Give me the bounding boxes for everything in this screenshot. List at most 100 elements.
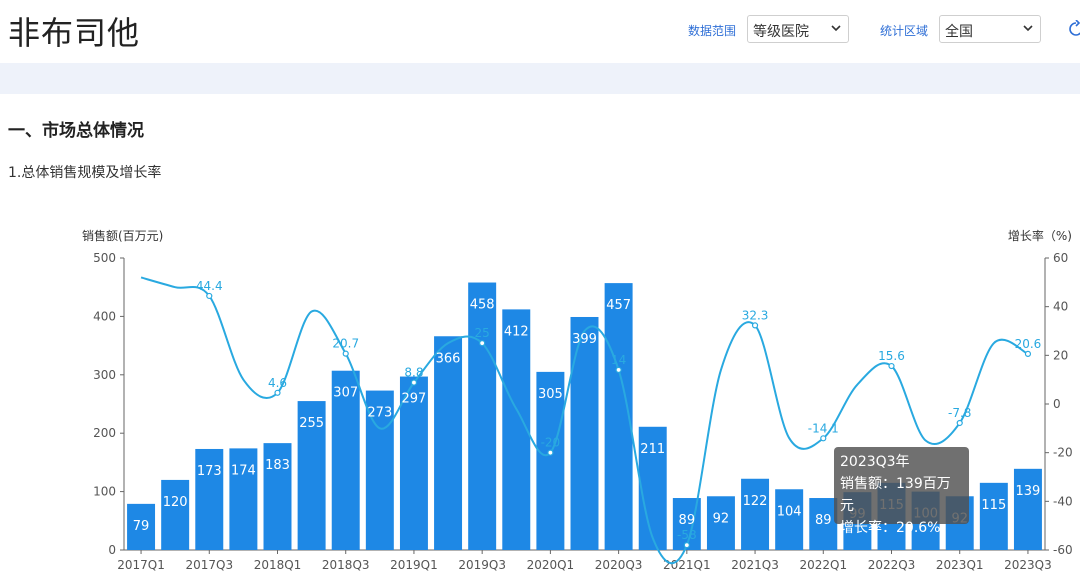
x-tick-label: 2019Q3 (458, 558, 506, 572)
growth-label: 25 (475, 326, 490, 340)
y-tick-label: 100 (93, 485, 116, 499)
data-range-select[interactable]: 等级医院 (747, 15, 849, 43)
bar-value-label: 104 (777, 504, 802, 519)
data-range-value: 等级医院 (753, 24, 809, 40)
x-tick-label: 2022Q1 (799, 558, 847, 572)
growth-label: 44.4 (196, 279, 223, 293)
x-tick-label: 2021Q1 (663, 558, 711, 572)
bar-value-label: 366 (436, 351, 461, 366)
bar-value-label: 120 (163, 495, 188, 510)
bar-value-label: 305 (538, 387, 563, 402)
y2-axis-title: 增长率（%) (1008, 228, 1072, 243)
bar (741, 478, 770, 550)
growth-label: 20.6 (1015, 337, 1042, 351)
chevron-down-icon (1023, 25, 1033, 32)
growth-point (751, 322, 759, 329)
bar-value-label: 79 (133, 519, 150, 534)
growth-label: -14.1 (808, 421, 839, 435)
bar-value-label: 115 (981, 498, 1006, 513)
bar (434, 336, 463, 550)
bar-value-label: 211 (640, 442, 665, 457)
bar-value-label: 399 (572, 332, 597, 347)
growth-label: -58 (677, 528, 697, 542)
growth-point (274, 389, 281, 396)
bar (775, 489, 804, 550)
x-tick-label: 2020Q1 (527, 558, 575, 572)
y-tick-label: 200 (93, 426, 116, 440)
x-tick-label: 2023Q1 (936, 558, 984, 572)
bar (1013, 468, 1042, 550)
growth-point (683, 542, 690, 549)
y2-tick-label: 40 (1053, 300, 1068, 314)
growth-point (410, 379, 418, 386)
bar-value-label: 273 (367, 406, 392, 421)
y-tick-label: 500 (93, 251, 116, 265)
growth-label: 4.6 (268, 376, 287, 390)
y2-tick-label: 0 (1053, 397, 1061, 411)
section-heading: 一、市场总体情况 (8, 121, 144, 141)
growth-point (479, 340, 486, 347)
region-label: 统计区域 (880, 24, 929, 38)
growth-point (820, 435, 827, 442)
chevron-down-icon (831, 25, 841, 32)
bar-value-label: 122 (743, 494, 768, 509)
growth-label: 8.8 (404, 366, 423, 380)
region-select[interactable]: 全国 (939, 15, 1041, 43)
page-title: 非布司他 (8, 14, 141, 52)
bar-value-label: 307 (333, 386, 358, 401)
bar-value-label: 89 (815, 513, 832, 528)
growth-point (615, 366, 622, 374)
bar-value-label: 412 (504, 324, 529, 339)
bar-value-label: 458 (470, 298, 495, 313)
growth-label: 14 (611, 353, 626, 367)
x-tick-label: 2023Q3 (1004, 558, 1052, 572)
growth-point (547, 449, 554, 456)
data-range-label: 数据范围 (688, 24, 737, 38)
y-tick-label: 400 (93, 309, 116, 323)
growth-label: 20.7 (332, 337, 359, 351)
growth-point (888, 362, 895, 370)
bar (161, 479, 190, 550)
refresh-icon[interactable] (1068, 20, 1080, 38)
bar (468, 282, 497, 550)
growth-point (206, 292, 213, 300)
chart-subheading: 1.总体销售规模及增长率 (8, 165, 162, 181)
tooltip-growth: 增长率：20.6% (840, 520, 941, 536)
y2-tick-label: -60 (1053, 543, 1073, 557)
x-tick-label: 2017Q3 (185, 558, 233, 572)
bar-value-label: 92 (713, 511, 730, 526)
bar-value-label: 139 (1016, 484, 1041, 499)
tooltip-sales: 销售额：139百万元 (840, 476, 951, 514)
bar-value-label: 183 (265, 458, 290, 473)
y2-tick-label: -20 (1053, 446, 1073, 460)
x-tick-label: 2022Q3 (868, 558, 916, 572)
growth-label: -7.8 (948, 406, 971, 420)
y2-tick-label: 60 (1053, 251, 1068, 265)
bar (979, 482, 1008, 550)
x-tick-label: 2019Q1 (390, 558, 438, 572)
region-value: 全国 (945, 24, 973, 40)
toolbar-band (0, 63, 1080, 94)
x-tick-label: 2018Q3 (322, 558, 370, 572)
bar-value-label: 297 (402, 392, 427, 407)
bar-value-label: 174 (231, 463, 256, 478)
growth-point (1024, 350, 1032, 357)
y-tick-label: 0 (108, 543, 116, 557)
bar-value-label: 255 (299, 416, 324, 431)
chart-tooltip: 2023Q3年 销售额：139百万元 增长率：20.6% (834, 447, 969, 536)
growth-label: 15.6 (878, 349, 905, 363)
y2-tick-label: 20 (1053, 348, 1068, 362)
y2-tick-label: -40 (1053, 494, 1073, 508)
y-tick-label: 300 (93, 368, 116, 382)
bar (570, 316, 599, 550)
x-tick-label: 2021Q3 (731, 558, 779, 572)
growth-point (342, 350, 349, 357)
x-tick-label: 2017Q1 (117, 558, 165, 572)
x-tick-label: 2018Q1 (254, 558, 302, 572)
bar-value-label: 457 (606, 298, 631, 313)
x-tick-label: 2020Q3 (595, 558, 643, 572)
y-axis-title: 销售额(百万元) (82, 228, 163, 243)
tooltip-title: 2023Q3年 (840, 454, 910, 470)
growth-point (956, 419, 963, 427)
bar-value-label: 89 (679, 513, 696, 528)
